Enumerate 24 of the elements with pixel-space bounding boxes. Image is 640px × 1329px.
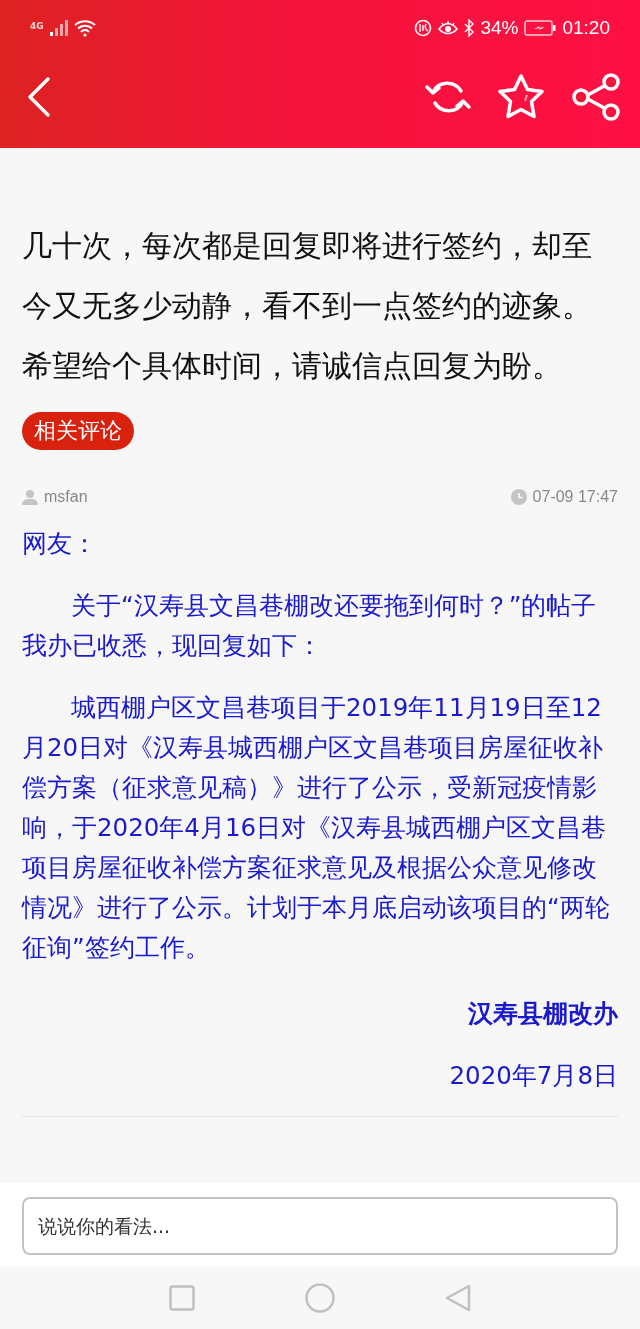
clock-icon: [510, 489, 527, 505]
reply-paragraph: 关于“汉寿县文昌巷棚改还要拖到何时？”的帖子我办已收悉，现回复如下：: [22, 590, 598, 662]
battery-percent: 34%: [480, 17, 519, 39]
reply-date: 2020年7月8日: [448, 1060, 618, 1092]
signal-icon: [49, 20, 68, 36]
share-button[interactable]: [570, 73, 622, 121]
user-icon: [22, 489, 38, 505]
section-tag: 相关评论: [22, 412, 134, 450]
article-paragraph: 几十次，每次都是回复即将进行签约，却至今又无多少动静，看不到一点签约的迹象。希望给个具体时间，请诚信点回复为盼。: [22, 227, 593, 385]
comment-author: msfan: [44, 488, 88, 506]
network-label: 4G: [30, 21, 44, 31]
reply-signature: 汉寿县棚改办: [467, 998, 618, 1030]
battery-icon: [524, 20, 557, 36]
favorite-button[interactable]: [496, 73, 546, 121]
back-button[interactable]: [26, 76, 52, 118]
comment-input-field[interactable]: 说说你的看法...: [22, 1197, 618, 1255]
bluetooth-icon: [464, 19, 475, 37]
clock-time: 01:20: [562, 17, 610, 39]
wifi-icon: [73, 19, 96, 37]
reply-paragraph: 城西棚户区文昌巷项目于2019年11月19日至12月20日对《汉寿县城西棚户区文昌巷项目房屋征收补偿方案（征求意见稿）》进行了公示，受新冠疫情影响，于2020年4月16日对《汉寿县城西棚户区文昌巷项目房屋征收补偿方案征求意见及根据公众意见修改情况》进行了公示。计划于本月底启动该项目的“两轮征询”签约工作。: [22, 692, 611, 964]
eye-icon: [438, 20, 459, 36]
comment-time: 07-09 17:47: [532, 488, 618, 506]
reply-greeting: 网友：: [22, 528, 98, 560]
leaf-icon: [414, 19, 433, 37]
